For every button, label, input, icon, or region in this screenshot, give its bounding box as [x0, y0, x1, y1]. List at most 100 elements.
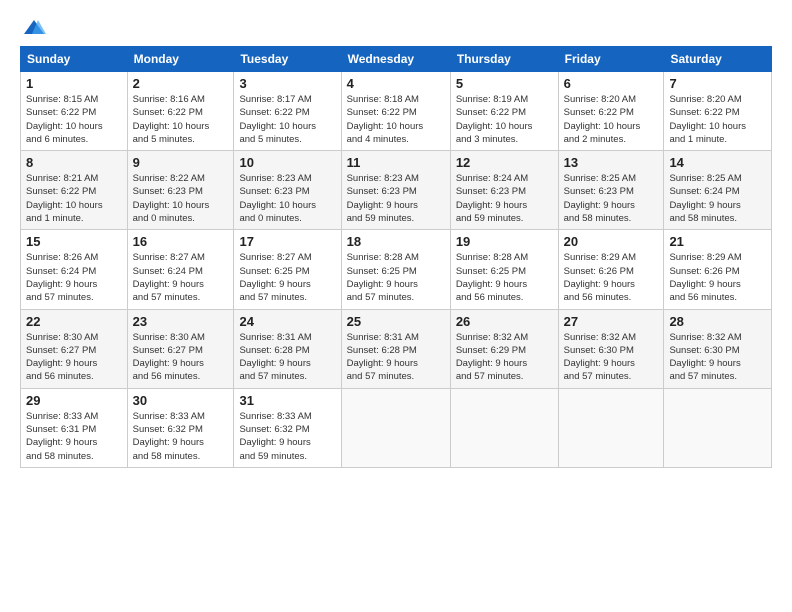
day-number: 22 [26, 314, 122, 329]
day-number: 4 [347, 76, 445, 91]
day-number: 17 [239, 234, 335, 249]
calendar-cell [558, 388, 664, 467]
weekday-tuesday: Tuesday [234, 47, 341, 72]
calendar-cell: 18 Sunrise: 8:28 AM Sunset: 6:25 PM Dayli… [341, 230, 450, 309]
logo-icon [22, 18, 46, 36]
calendar-cell: 7 Sunrise: 8:20 AM Sunset: 6:22 PM Daylig… [664, 72, 772, 151]
calendar-cell: 6Sunrise: 8:20 AM Sunset: 6:22 PM Daylig… [558, 72, 664, 151]
day-number: 20 [564, 234, 659, 249]
day-info: Sunrise: 8:30 AM Sunset: 6:27 PM Dayligh… [133, 331, 229, 384]
day-number: 26 [456, 314, 553, 329]
calendar-cell: 17 Sunrise: 8:27 AM Sunset: 6:25 PM Dayli… [234, 230, 341, 309]
day-info: Sunrise: 8:28 AM Sunset: 6:25 PM Dayligh… [347, 251, 445, 304]
calendar-cell: 25 Sunrise: 8:31 AM Sunset: 6:28 PM Dayli… [341, 309, 450, 388]
day-info: Sunrise: 8:33 AM Sunset: 6:32 PM Dayligh… [133, 410, 229, 463]
calendar-cell: 26 Sunrise: 8:32 AM Sunset: 6:29 PM Dayli… [450, 309, 558, 388]
day-number: 10 [239, 155, 335, 170]
calendar-cell: 5Sunrise: 8:19 AM Sunset: 6:22 PM Daylig… [450, 72, 558, 151]
calendar-cell: 23 Sunrise: 8:30 AM Sunset: 6:27 PM Dayli… [127, 309, 234, 388]
day-info: Sunrise: 8:29 AM Sunset: 6:26 PM Dayligh… [669, 251, 766, 304]
calendar-cell: 8 Sunrise: 8:21 AM Sunset: 6:22 PM Daylig… [21, 151, 128, 230]
day-info: Sunrise: 8:27 AM Sunset: 6:24 PM Dayligh… [133, 251, 229, 304]
day-number: 11 [347, 155, 445, 170]
week-row-1: 1 Sunrise: 8:15 AM Sunset: 6:22 PM Daylig… [21, 72, 772, 151]
day-number: 24 [239, 314, 335, 329]
day-number: 5 [456, 76, 553, 91]
calendar-cell: 3Sunrise: 8:17 AM Sunset: 6:22 PM Daylig… [234, 72, 341, 151]
day-number: 28 [669, 314, 766, 329]
day-info: Sunrise: 8:23 AM Sunset: 6:23 PM Dayligh… [239, 172, 335, 225]
day-number: 15 [26, 234, 122, 249]
calendar-cell: 1 Sunrise: 8:15 AM Sunset: 6:22 PM Daylig… [21, 72, 128, 151]
day-info: Sunrise: 8:25 AM Sunset: 6:23 PM Dayligh… [564, 172, 659, 225]
day-number: 29 [26, 393, 122, 408]
day-info: Sunrise: 8:16 AM Sunset: 6:22 PM Dayligh… [133, 93, 229, 146]
day-info: Sunrise: 8:25 AM Sunset: 6:24 PM Dayligh… [669, 172, 766, 225]
weekday-sunday: Sunday [21, 47, 128, 72]
calendar-cell: 21 Sunrise: 8:29 AM Sunset: 6:26 PM Dayli… [664, 230, 772, 309]
day-info: Sunrise: 8:21 AM Sunset: 6:22 PM Dayligh… [26, 172, 122, 225]
day-number: 19 [456, 234, 553, 249]
calendar-cell: 31 Sunrise: 8:33 AM Sunset: 6:32 PM Dayli… [234, 388, 341, 467]
calendar-cell: 29 Sunrise: 8:33 AM Sunset: 6:31 PM Dayli… [21, 388, 128, 467]
calendar-cell: 19Sunrise: 8:28 AM Sunset: 6:25 PM Dayli… [450, 230, 558, 309]
day-number: 23 [133, 314, 229, 329]
day-info: Sunrise: 8:32 AM Sunset: 6:30 PM Dayligh… [669, 331, 766, 384]
weekday-friday: Friday [558, 47, 664, 72]
week-row-5: 29 Sunrise: 8:33 AM Sunset: 6:31 PM Dayli… [21, 388, 772, 467]
day-info: Sunrise: 8:26 AM Sunset: 6:24 PM Dayligh… [26, 251, 122, 304]
weekday-thursday: Thursday [450, 47, 558, 72]
calendar-cell [450, 388, 558, 467]
day-number: 2 [133, 76, 229, 91]
day-info: Sunrise: 8:18 AM Sunset: 6:22 PM Dayligh… [347, 93, 445, 146]
calendar-cell: 10 Sunrise: 8:23 AM Sunset: 6:23 PM Dayli… [234, 151, 341, 230]
day-info: Sunrise: 8:29 AM Sunset: 6:26 PM Dayligh… [564, 251, 659, 304]
logo [20, 18, 48, 36]
day-number: 31 [239, 393, 335, 408]
day-info: Sunrise: 8:30 AM Sunset: 6:27 PM Dayligh… [26, 331, 122, 384]
day-number: 30 [133, 393, 229, 408]
day-info: Sunrise: 8:33 AM Sunset: 6:32 PM Dayligh… [239, 410, 335, 463]
day-number: 25 [347, 314, 445, 329]
calendar-cell: 11 Sunrise: 8:23 AM Sunset: 6:23 PM Dayli… [341, 151, 450, 230]
day-info: Sunrise: 8:31 AM Sunset: 6:28 PM Dayligh… [347, 331, 445, 384]
day-info: Sunrise: 8:32 AM Sunset: 6:29 PM Dayligh… [456, 331, 553, 384]
calendar: SundayMondayTuesdayWednesdayThursdayFrid… [20, 46, 772, 468]
calendar-cell: 30 Sunrise: 8:33 AM Sunset: 6:32 PM Dayli… [127, 388, 234, 467]
calendar-cell: 12Sunrise: 8:24 AM Sunset: 6:23 PM Dayli… [450, 151, 558, 230]
calendar-cell: 2 Sunrise: 8:16 AM Sunset: 6:22 PM Daylig… [127, 72, 234, 151]
calendar-cell: 20 Sunrise: 8:29 AM Sunset: 6:26 PM Dayli… [558, 230, 664, 309]
calendar-cell: 22 Sunrise: 8:30 AM Sunset: 6:27 PM Dayli… [21, 309, 128, 388]
calendar-cell: 13Sunrise: 8:25 AM Sunset: 6:23 PM Dayli… [558, 151, 664, 230]
day-info: Sunrise: 8:20 AM Sunset: 6:22 PM Dayligh… [669, 93, 766, 146]
weekday-header-row: SundayMondayTuesdayWednesdayThursdayFrid… [21, 47, 772, 72]
day-info: Sunrise: 8:22 AM Sunset: 6:23 PM Dayligh… [133, 172, 229, 225]
weekday-wednesday: Wednesday [341, 47, 450, 72]
day-info: Sunrise: 8:17 AM Sunset: 6:22 PM Dayligh… [239, 93, 335, 146]
day-info: Sunrise: 8:23 AM Sunset: 6:23 PM Dayligh… [347, 172, 445, 225]
day-number: 8 [26, 155, 122, 170]
day-number: 1 [26, 76, 122, 91]
week-row-4: 22 Sunrise: 8:30 AM Sunset: 6:27 PM Dayli… [21, 309, 772, 388]
day-info: Sunrise: 8:33 AM Sunset: 6:31 PM Dayligh… [26, 410, 122, 463]
calendar-cell: 27 Sunrise: 8:32 AM Sunset: 6:30 PM Dayli… [558, 309, 664, 388]
calendar-cell: 16 Sunrise: 8:27 AM Sunset: 6:24 PM Dayli… [127, 230, 234, 309]
header [20, 18, 772, 36]
day-info: Sunrise: 8:32 AM Sunset: 6:30 PM Dayligh… [564, 331, 659, 384]
calendar-cell: 14 Sunrise: 8:25 AM Sunset: 6:24 PM Dayli… [664, 151, 772, 230]
week-row-2: 8 Sunrise: 8:21 AM Sunset: 6:22 PM Daylig… [21, 151, 772, 230]
day-number: 18 [347, 234, 445, 249]
day-info: Sunrise: 8:27 AM Sunset: 6:25 PM Dayligh… [239, 251, 335, 304]
calendar-cell: 15 Sunrise: 8:26 AM Sunset: 6:24 PM Dayli… [21, 230, 128, 309]
day-number: 14 [669, 155, 766, 170]
day-number: 16 [133, 234, 229, 249]
day-info: Sunrise: 8:15 AM Sunset: 6:22 PM Dayligh… [26, 93, 122, 146]
day-number: 12 [456, 155, 553, 170]
day-number: 21 [669, 234, 766, 249]
calendar-cell [664, 388, 772, 467]
week-row-3: 15 Sunrise: 8:26 AM Sunset: 6:24 PM Dayli… [21, 230, 772, 309]
day-number: 7 [669, 76, 766, 91]
day-number: 9 [133, 155, 229, 170]
calendar-cell [341, 388, 450, 467]
day-number: 27 [564, 314, 659, 329]
